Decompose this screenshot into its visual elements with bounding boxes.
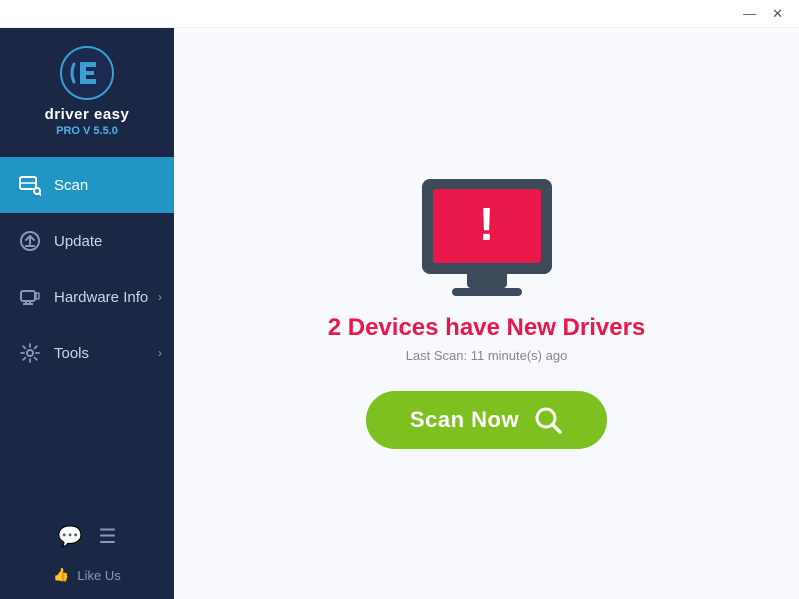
sidebar-item-hardware-info[interactable]: Hardware Info › <box>0 269 174 325</box>
monitor-base <box>452 288 522 296</box>
scan-now-label: Scan Now <box>410 407 519 433</box>
sidebar-nav: Scan Update <box>0 157 174 520</box>
sidebar-item-hardware-info-label: Hardware Info <box>54 289 148 306</box>
app-logo-icon <box>60 46 114 100</box>
title-bar: — ✕ <box>0 0 799 28</box>
main-content: ! 2 Devices have New Drivers Last Scan: … <box>174 28 799 599</box>
sidebar-item-update-label: Update <box>54 233 102 250</box>
like-us-item[interactable]: 👍 Like Us <box>35 561 139 589</box>
update-icon <box>18 229 42 253</box>
app-body: driver easy PRO V 5.5.0 Scan <box>0 28 799 599</box>
thumbs-up-icon: 👍 <box>53 567 69 583</box>
logo-version: PRO V 5.5.0 <box>56 125 118 137</box>
minimize-button[interactable]: — <box>735 5 764 22</box>
logo-text: driver easy <box>45 106 130 123</box>
sidebar-logo: driver easy PRO V 5.5.0 <box>0 28 174 151</box>
sidebar-item-update[interactable]: Update <box>0 213 174 269</box>
tools-arrow: › <box>158 346 162 360</box>
sidebar-item-tools-label: Tools <box>54 345 89 362</box>
hardware-info-icon <box>18 285 42 309</box>
sidebar-bottom: 💬 ☰ 👍 Like Us <box>0 520 174 599</box>
scan-now-search-icon <box>533 405 563 435</box>
chat-icon[interactable]: 💬 <box>54 520 87 553</box>
sidebar-item-scan[interactable]: Scan <box>0 157 174 213</box>
sidebar-bottom-icons: 💬 ☰ <box>54 520 121 553</box>
scan-now-button[interactable]: Scan Now <box>366 391 607 449</box>
scan-icon <box>18 173 42 197</box>
exclamation-mark: ! <box>479 201 494 247</box>
tools-icon <box>18 341 42 365</box>
list-icon[interactable]: ☰ <box>94 520 120 553</box>
monitor-stand <box>467 274 507 288</box>
last-scan-text: Last Scan: 11 minute(s) ago <box>406 348 568 363</box>
like-us-label: Like Us <box>77 568 120 583</box>
sidebar: driver easy PRO V 5.5.0 Scan <box>0 28 174 599</box>
monitor-graphic: ! <box>422 179 552 296</box>
hardware-info-arrow: › <box>158 290 162 304</box>
monitor-body: ! <box>422 179 552 274</box>
close-button[interactable]: ✕ <box>764 5 791 22</box>
sidebar-item-scan-label: Scan <box>54 177 88 194</box>
monitor-screen: ! <box>433 189 541 263</box>
sidebar-item-tools[interactable]: Tools › <box>0 325 174 381</box>
alert-title: 2 Devices have New Drivers <box>328 314 646 342</box>
